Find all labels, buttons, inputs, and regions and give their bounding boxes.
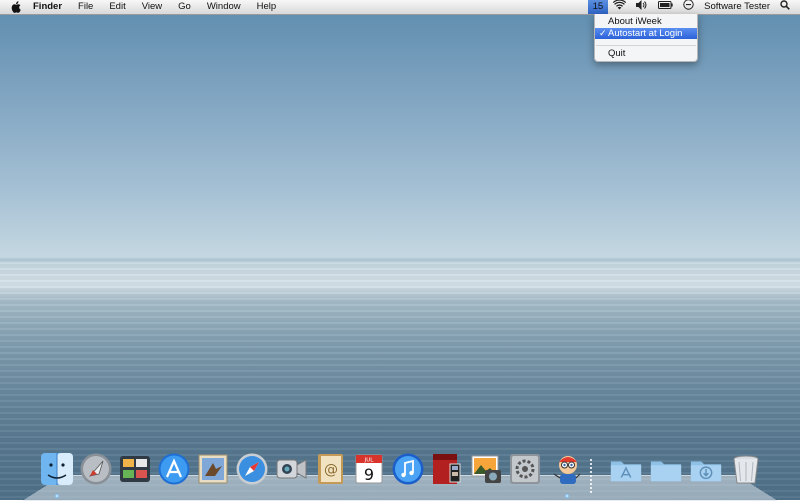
ical-icon[interactable]: JUL 9	[352, 452, 386, 486]
trash-icon[interactable]	[729, 452, 763, 486]
desktop-wallpaper	[0, 0, 800, 500]
menu-bar: Finder File Edit View Go Window Help 15	[0, 0, 800, 15]
app-store-icon[interactable]	[157, 452, 191, 486]
menu-item-quit[interactable]: Quit	[595, 48, 697, 59]
time-machine-status-item[interactable]	[678, 0, 699, 14]
launchpad-icon[interactable]	[79, 452, 113, 486]
menu-view[interactable]: View	[134, 0, 170, 14]
wifi-status-item[interactable]	[608, 0, 631, 14]
svg-text:@: @	[324, 462, 338, 478]
iphoto-icon[interactable]	[469, 452, 503, 486]
menu-item-about-iweek[interactable]: About iWeek	[595, 16, 697, 27]
address-book-icon[interactable]: @	[313, 452, 347, 486]
spotlight-status-item[interactable]	[775, 0, 800, 14]
downloads-folder-icon[interactable]	[689, 452, 723, 486]
user-name: Software Tester	[704, 1, 770, 12]
menu-separator	[596, 45, 696, 46]
iweek-dropdown-menu: About iWeek ✓ Autostart at Login Quit	[594, 14, 698, 62]
mission-control-icon[interactable]	[118, 452, 152, 486]
battery-status-item[interactable]	[653, 0, 678, 14]
photo-booth-icon[interactable]	[430, 452, 464, 486]
safari-icon[interactable]	[235, 452, 269, 486]
apple-menu-icon[interactable]	[8, 1, 24, 13]
user-menu[interactable]: Software Tester	[699, 0, 775, 14]
applications-folder-icon[interactable]	[609, 452, 643, 486]
menu-item-label: Autostart at Login	[608, 28, 683, 39]
mail-icon[interactable]	[196, 452, 230, 486]
volume-status-item[interactable]	[631, 0, 653, 14]
menu-finder[interactable]: Finder	[24, 0, 70, 14]
menu-item-label: About iWeek	[608, 16, 662, 27]
wifi-icon	[612, 0, 627, 15]
iweek-week-number: 15	[592, 1, 604, 12]
menu-edit[interactable]: Edit	[101, 0, 133, 14]
menu-file[interactable]: File	[70, 0, 101, 14]
checkmark-icon: ✓	[599, 28, 607, 38]
iweek-app-icon[interactable]	[550, 452, 584, 486]
search-icon	[780, 0, 790, 15]
dock: @ JUL 9	[0, 449, 800, 500]
ical-month: JUL	[364, 458, 375, 464]
menu-window[interactable]: Window	[199, 0, 249, 14]
documents-folder-icon[interactable]	[649, 452, 683, 486]
menu-item-autostart-at-login[interactable]: ✓ Autostart at Login	[595, 28, 697, 39]
minus-circle-icon	[683, 0, 694, 15]
itunes-icon[interactable]	[391, 452, 425, 486]
menu-go[interactable]: Go	[170, 0, 199, 14]
menu-item-label: Quit	[608, 48, 626, 59]
ical-day: 9	[364, 465, 374, 484]
system-preferences-icon[interactable]	[508, 452, 542, 486]
iweek-status-item[interactable]: 15	[587, 0, 609, 14]
dock-separator	[590, 459, 592, 493]
menu-help[interactable]: Help	[249, 0, 285, 14]
battery-icon	[658, 0, 673, 14]
running-indicator	[565, 494, 569, 498]
running-indicator	[55, 494, 59, 498]
volume-icon	[636, 0, 648, 15]
finder-icon[interactable]	[40, 452, 74, 486]
status-area: 15 Software Tester	[587, 0, 800, 14]
facetime-icon[interactable]	[274, 452, 308, 486]
